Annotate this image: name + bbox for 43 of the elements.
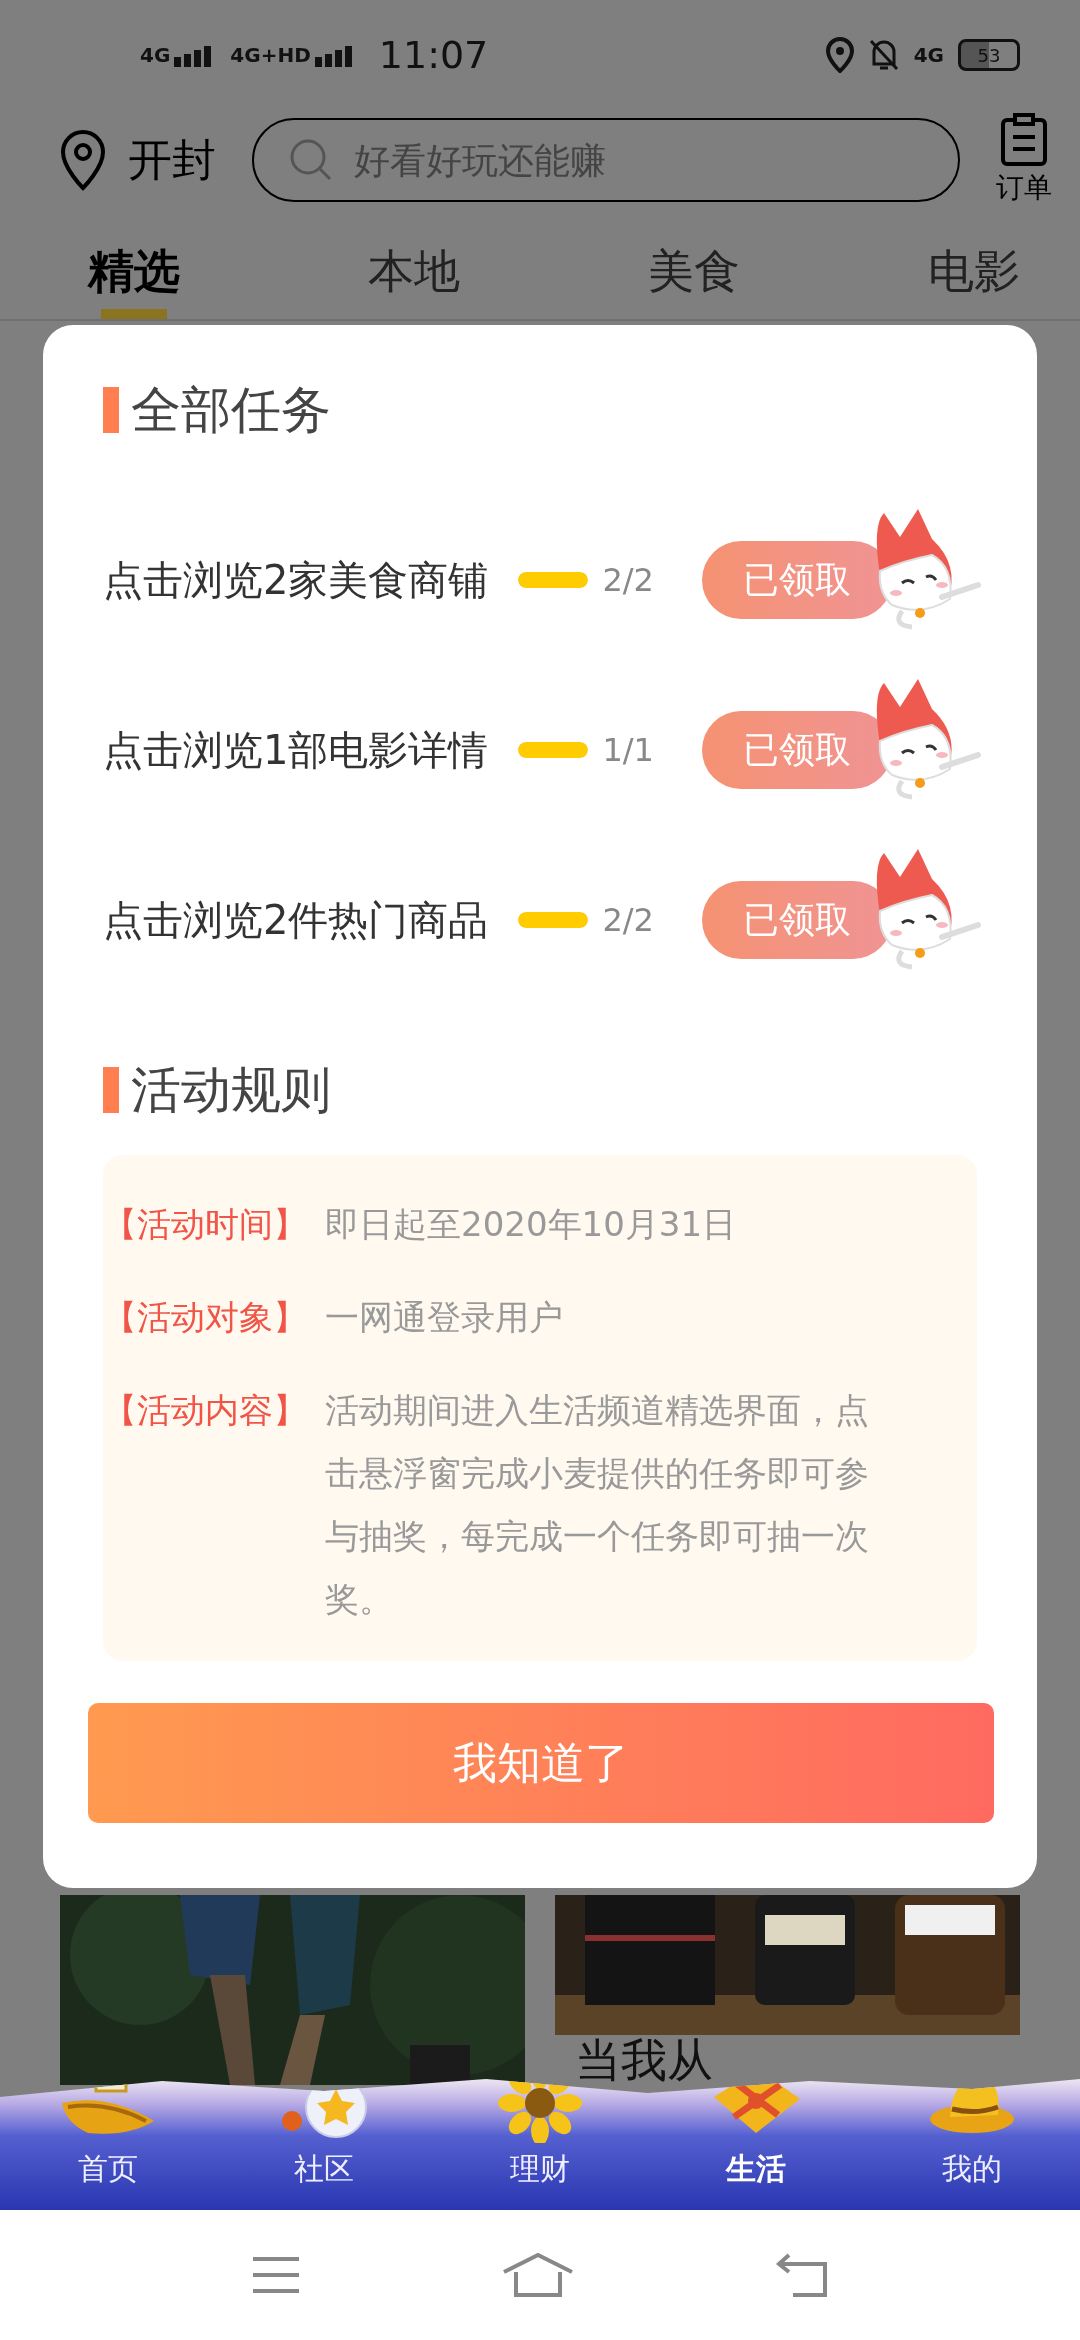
rule-text: 活动期间进入生活频道精选界面，点击悬浮窗完成小麦提供的任务即可参与抽奖，每完成一个任务即可抽一次奖。 [325,1389,870,1621]
battery-level: 53 [958,39,1020,71]
category-tab[interactable]: 本地 [368,234,460,319]
task-label: 点击浏览2家美食商铺 [103,555,489,605]
city-label[interactable]: 开封 [128,130,216,190]
rule-term: 【活动内容】 [103,1389,308,1432]
progress-count: 1/1 [602,731,654,769]
card-title: 当我从 [575,2035,714,2085]
category-tab[interactable]: 电影 [928,234,1020,319]
orders-label[interactable]: 订单 [996,169,1052,207]
rule-term: 【活动对象】 [103,1296,308,1339]
progress-count: 2/2 [602,901,654,939]
progress-bar [518,572,589,588]
clipboard-icon[interactable] [1000,113,1048,167]
rule-term: 【活动时间】 [103,1203,308,1246]
progress-bar [518,742,589,758]
rule-text: 即日起至2020年10月31日 [325,1203,738,1246]
network-label: 4G [140,43,171,67]
section-marker [103,387,119,433]
network-label: 4G+HD [230,43,311,67]
section-marker [103,1067,119,1113]
back-icon[interactable] [775,2252,830,2298]
progress-count: 2/2 [602,561,654,599]
location-icon[interactable] [60,129,106,191]
task-label: 点击浏览1部电影详情 [103,725,489,775]
location-icon [825,37,854,73]
section-title: 全部任务 [131,379,331,441]
bell-off-icon [867,38,900,72]
clock: 11:07 [378,33,489,77]
category-tab[interactable]: 美食 [648,234,740,319]
section-title: 活动规则 [131,1059,331,1121]
nav-tab[interactable]: 我的 [897,2063,1047,2190]
task-label: 点击浏览2件热门商品 [103,895,489,945]
network-label: 4G [913,43,944,67]
menu-icon[interactable] [250,2255,301,2295]
nav-tab[interactable]: 首页 [33,2063,183,2190]
search-icon [288,137,334,183]
search-field[interactable]: 好看好玩还能赚 [252,118,960,202]
rule-text: 一网通登录用户 [325,1296,564,1339]
category-tab[interactable]: 精选 [88,234,180,319]
progress-bar [518,912,589,928]
home-icon[interactable] [502,2252,574,2298]
nav-tab[interactable]: 社区 [249,2063,399,2190]
